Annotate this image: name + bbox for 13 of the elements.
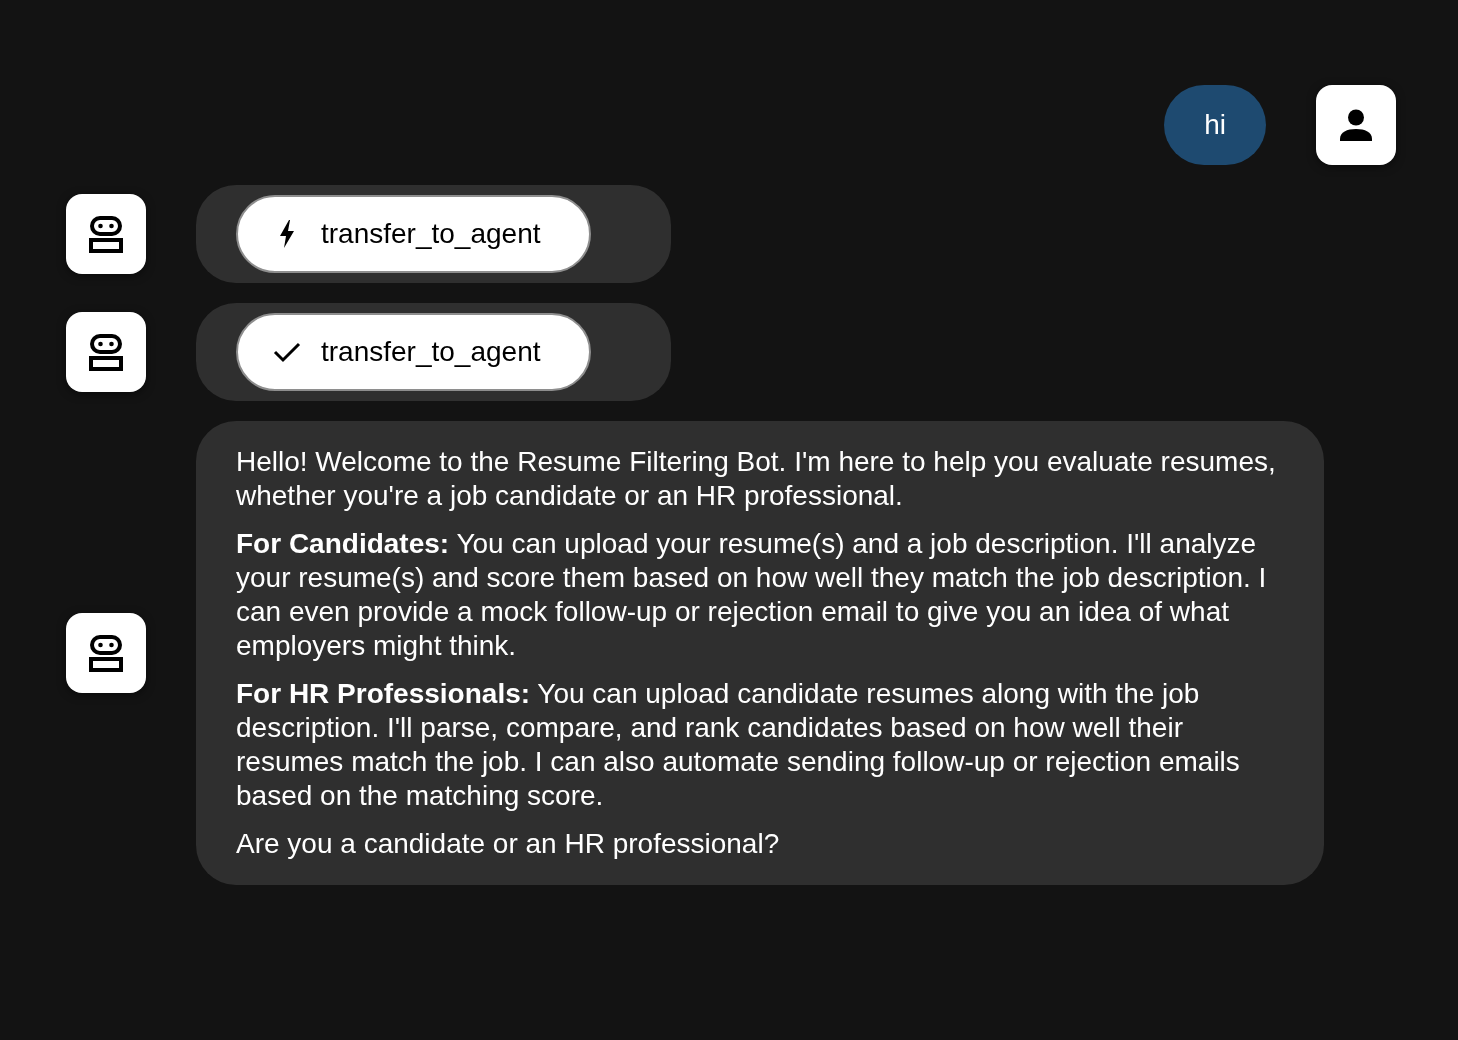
tool-call-chip[interactable]: transfer_to_agent: [236, 195, 591, 273]
message-paragraph: Are you a candidate or an HR professional?: [236, 827, 781, 861]
person-avatar-icon: [1316, 85, 1396, 165]
robot-avatar-icon: [66, 613, 146, 693]
tool-name: transfer_to_agent: [321, 335, 541, 369]
message-text: hi: [1204, 108, 1226, 142]
tool-call-chip[interactable]: transfer_to_agent: [236, 313, 591, 391]
message-paragraph: Hello! Welcome to the Resume Filtering Bot. I'm here to help you evaluate resumes, whether you're a job candidate or an HR professional.: [236, 445, 1277, 513]
message-paragraph: For Candidates: You can upload your resume(s) and a job description. I'll analyze your resume(s) and score them based on how well they match the job description. I can even provide a mock follow-up or rejection email to give you an idea of what employers might think.: [236, 527, 1268, 663]
robot-avatar-icon: [66, 312, 146, 392]
tool-name: transfer_to_agent: [321, 217, 541, 251]
robot-avatar-icon: [66, 194, 146, 274]
message-paragraph: For HR Professionals: You can upload candidate resumes along with the job description. I'll parse, compare, and rank candidates based on how well their resumes match the job. I can also automate sending follow-up or rejection emails based on the matching score.: [236, 677, 1241, 813]
